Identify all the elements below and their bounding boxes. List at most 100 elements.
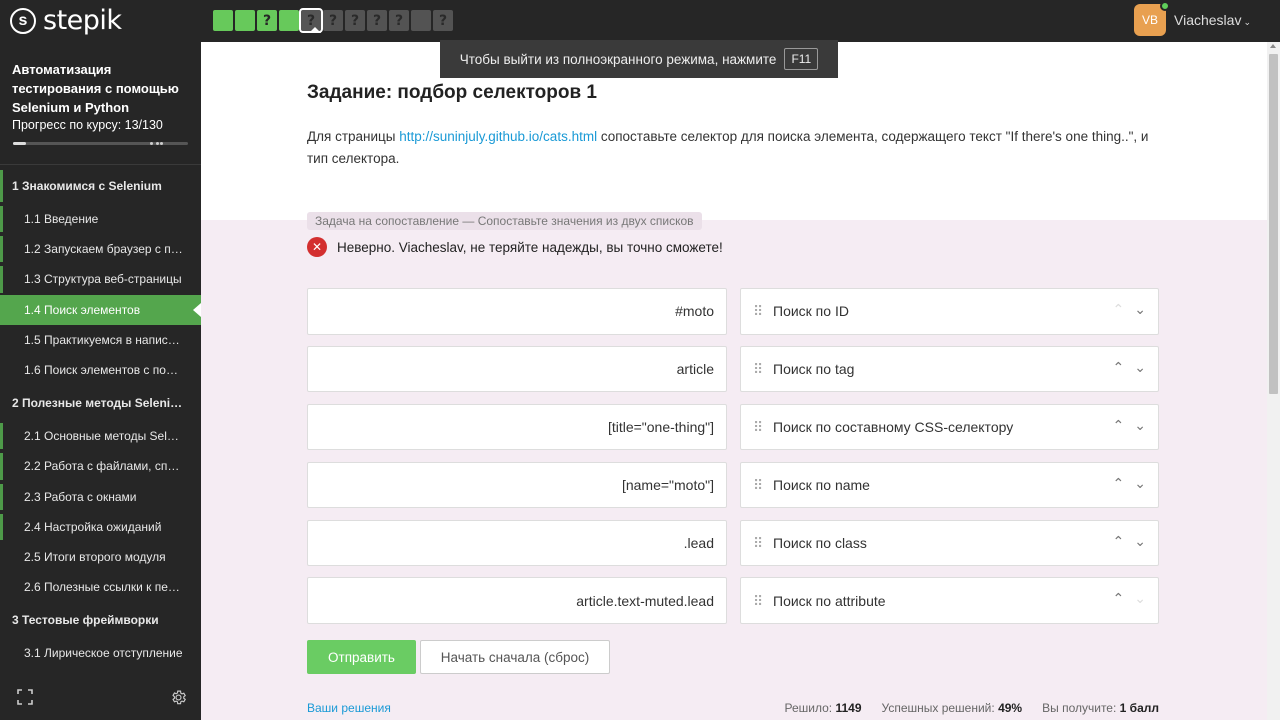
- drag-handle-icon[interactable]: ⠿: [753, 304, 763, 318]
- cats-page-link[interactable]: http://suninjuly.github.io/cats.html: [399, 129, 597, 144]
- lesson-progress-bar: [0, 513, 3, 540]
- selector-type-label: Поиск по ID: [773, 303, 849, 320]
- progress-marker: [160, 142, 163, 145]
- chevron-down-icon: ⌄: [1243, 17, 1251, 27]
- step-7[interactable]: ?: [345, 10, 365, 31]
- stepik-logo[interactable]: s stepik: [10, 7, 122, 35]
- move-down-icon[interactable]: ⌄: [1134, 590, 1146, 607]
- sidebar-item-label: 2 Полезные методы Selenium: [12, 396, 187, 411]
- logo-icon: s: [10, 8, 36, 34]
- drag-handle-icon[interactable]: ⠿: [753, 594, 763, 608]
- solved-count: Решило: 1149: [784, 701, 862, 715]
- task-area: Задача на сопоставление — Сопоставьте зн…: [201, 212, 1267, 720]
- lesson-progress-bar: [0, 483, 3, 510]
- match-row: .lead ⠿ Поиск по class ⌃ ⌄: [307, 519, 1159, 567]
- step-6[interactable]: ?: [323, 10, 343, 31]
- success-rate: Успешных решений: 49%: [881, 701, 1023, 715]
- sidebar-section[interactable]: 3 Тестовые фреймворки: [0, 602, 201, 638]
- sidebar-section[interactable]: 2 Полезные методы Selenium: [0, 385, 201, 421]
- step-11[interactable]: ?: [433, 10, 453, 31]
- logo-text: stepik: [43, 5, 122, 36]
- step-2[interactable]: [235, 10, 255, 31]
- selector-type-label: Поиск по class: [773, 534, 867, 551]
- avatar[interactable]: VB: [1134, 1, 1170, 36]
- step-10[interactable]: [411, 10, 431, 31]
- step-4[interactable]: [279, 10, 299, 31]
- sidebar-lesson[interactable]: 2.3 Работа с окнами: [0, 482, 201, 512]
- selector-value: #moto: [307, 288, 727, 335]
- move-down-icon[interactable]: ⌄: [1134, 475, 1146, 492]
- move-down-icon[interactable]: ⌄: [1134, 417, 1146, 434]
- sidebar-item-label: 1.2 Запускаем браузер с помощью Selenium: [24, 242, 184, 257]
- selector-type-option[interactable]: ⠿ Поиск по class ⌃ ⌄: [740, 519, 1159, 567]
- task-stats: Решило: 1149 Успешных решений: 49% Вы по…: [784, 701, 1159, 715]
- gear-icon[interactable]: [170, 689, 187, 711]
- sidebar-lesson[interactable]: 1.5 Практикуемся в написании тестов: [0, 325, 201, 355]
- match-row: article ⠿ Поиск по tag ⌃ ⌄: [307, 345, 1159, 393]
- sidebar-item-label: 2.6 Полезные ссылки к первому модулю: [24, 580, 184, 595]
- selector-type-option[interactable]: ⠿ Поиск по name ⌃ ⌄: [740, 461, 1159, 509]
- scrollbar[interactable]: [1267, 42, 1280, 720]
- fullscreen-icon[interactable]: [17, 689, 33, 711]
- drag-handle-icon[interactable]: ⠿: [753, 420, 763, 434]
- selector-value: .lead: [307, 519, 727, 567]
- sidebar-section[interactable]: 1 Знакомимся с Selenium: [0, 168, 201, 204]
- submit-button[interactable]: Отправить: [307, 640, 416, 674]
- move-up-icon[interactable]: ⌃: [1113, 417, 1125, 434]
- user-menu[interactable]: VB Viacheslav ⌄: [1134, 1, 1251, 36]
- step-8[interactable]: ?: [367, 10, 387, 31]
- reset-button[interactable]: Начать сначала (сброс): [420, 640, 610, 674]
- result-message: ✕ Неверно. Viacheslav, не теряйте надежд…: [307, 237, 723, 257]
- sidebar-lesson[interactable]: 1.2 Запускаем браузер с помощью Selenium: [0, 234, 201, 264]
- drag-handle-icon[interactable]: ⠿: [753, 478, 763, 492]
- sidebar-lesson[interactable]: 2.5 Итоги второго модуля: [0, 542, 201, 572]
- lesson-progress-bar: [0, 236, 3, 263]
- sidebar-lesson[interactable]: 3.1 Лирическое отступление: [0, 638, 201, 668]
- drag-handle-icon[interactable]: ⠿: [753, 536, 763, 550]
- sidebar-lesson[interactable]: 1.3 Структура веб-страницы: [0, 264, 201, 294]
- sidebar-item-label: 1.5 Практикуемся в написании тестов: [24, 332, 184, 347]
- lesson-progress-bar: [0, 423, 3, 450]
- progress-marker: [156, 142, 159, 145]
- move-down-icon[interactable]: ⌄: [1134, 301, 1146, 318]
- sidebar-item-label: 2.5 Итоги второго модуля: [24, 549, 166, 564]
- move-down-icon[interactable]: ⌄: [1134, 359, 1146, 376]
- move-up-icon[interactable]: ⌃: [1113, 533, 1125, 550]
- sidebar-item-label: 3.1 Лирическое отступление: [24, 646, 183, 661]
- course-progress: Прогресс по курсу: 13/130: [12, 118, 163, 132]
- scrollbar-thumb[interactable]: [1269, 54, 1278, 394]
- result-text: Неверно. Viacheslav, не теряйте надежды,…: [337, 239, 723, 255]
- move-up-icon[interactable]: ⌃: [1113, 359, 1125, 376]
- selector-type-option[interactable]: ⠿ Поиск по составному CSS-селектору ⌃ ⌄: [740, 403, 1159, 451]
- username[interactable]: Viacheslav ⌄: [1174, 12, 1251, 28]
- error-icon: ✕: [307, 237, 327, 257]
- fullscreen-notice: Чтобы выйти из полноэкранного режима, на…: [440, 40, 838, 78]
- step-1[interactable]: [213, 10, 233, 31]
- scroll-up-arrow-icon[interactable]: [1270, 44, 1276, 48]
- course-title[interactable]: Автоматизация тестирования с помощью Sel…: [12, 60, 194, 117]
- move-up-icon[interactable]: ⌃: [1113, 475, 1125, 492]
- drag-handle-icon[interactable]: ⠿: [753, 362, 763, 376]
- selector-type-label: Поиск по tag: [773, 361, 855, 378]
- sidebar-lesson[interactable]: 1.4 Поиск элементов: [0, 294, 201, 325]
- move-up-icon[interactable]: ⌃: [1113, 590, 1125, 607]
- sidebar-lesson[interactable]: 1.1 Введение: [0, 204, 201, 234]
- step-navigation: ???????: [213, 8, 453, 33]
- your-solutions-link[interactable]: Ваши решения: [307, 701, 391, 715]
- action-buttons: Отправить Начать сначала (сброс): [307, 640, 610, 674]
- sidebar-lesson[interactable]: 2.4 Настройка ожиданий: [0, 512, 201, 542]
- step-3[interactable]: ?: [257, 10, 277, 31]
- progress-bar-fill: [13, 142, 27, 145]
- move-down-icon[interactable]: ⌄: [1134, 533, 1146, 550]
- sidebar-lesson[interactable]: 2.1 Основные методы Selenium: [0, 421, 201, 451]
- selector-type-option[interactable]: ⠿ Поиск по tag ⌃ ⌄: [740, 345, 1159, 393]
- selector-type-option[interactable]: ⠿ Поиск по attribute ⌃ ⌄: [740, 577, 1159, 624]
- sidebar-footer: [17, 689, 187, 711]
- step-9[interactable]: ?: [389, 10, 409, 31]
- sidebar-lesson[interactable]: 2.2 Работа с файлами, списками: [0, 451, 201, 481]
- selector-type-option[interactable]: ⠿ Поиск по ID ⌃ ⌄: [740, 288, 1159, 335]
- divider: [0, 164, 201, 165]
- sidebar-lesson[interactable]: 1.6 Поиск элементов с помощью XPath: [0, 355, 201, 385]
- sidebar-lesson[interactable]: 2.6 Полезные ссылки к первому модулю: [0, 572, 201, 602]
- move-up-icon[interactable]: ⌃: [1113, 301, 1125, 318]
